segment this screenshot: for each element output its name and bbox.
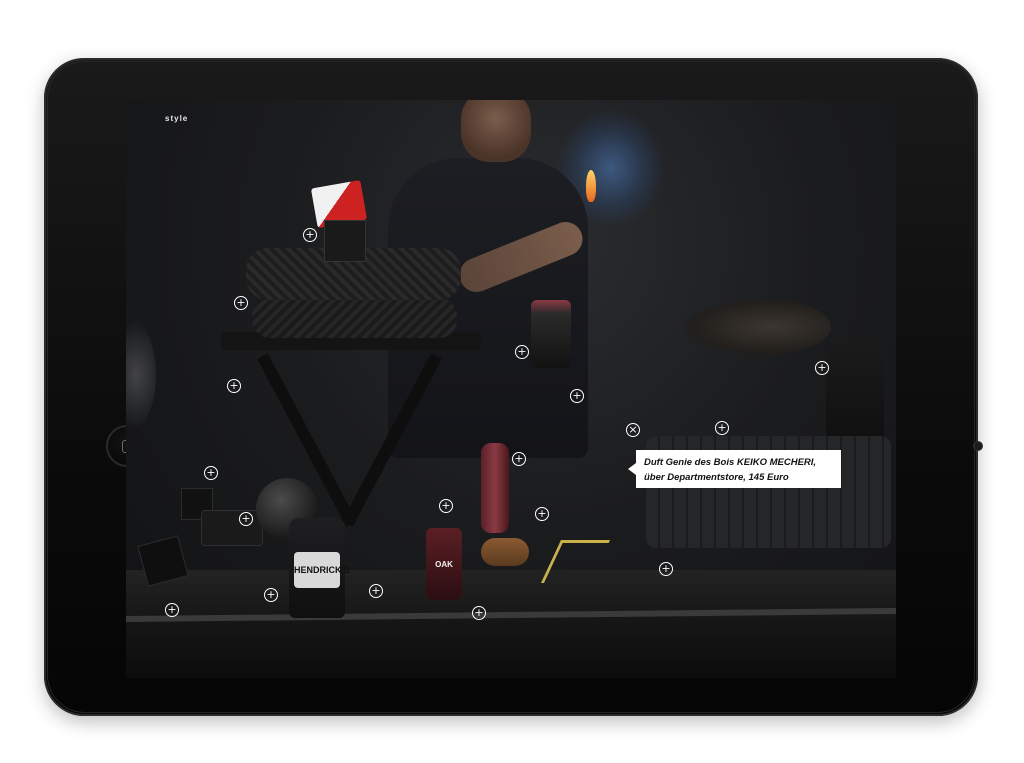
- glass-globe: [126, 320, 156, 430]
- product-hotspot-plus-icon[interactable]: +: [570, 389, 584, 403]
- tooltip-line-1: Duft Genie des Bois KEIKO MECHERI,: [644, 457, 817, 468]
- leather-pillow: [252, 298, 457, 338]
- close-hotspot-icon[interactable]: ×: [626, 423, 640, 437]
- thermos: [481, 443, 509, 533]
- crow-figure: [681, 298, 831, 356]
- product-hotspot-plus-icon[interactable]: +: [264, 588, 278, 602]
- product-hotspot-plus-icon[interactable]: +: [303, 228, 317, 242]
- product-hotspot-plus-icon[interactable]: +: [165, 603, 179, 617]
- front-camera: [973, 441, 983, 451]
- product-hotspot-plus-icon[interactable]: +: [439, 499, 453, 513]
- table-cloth: [126, 570, 896, 678]
- product-hotspot-plus-icon[interactable]: +: [234, 296, 248, 310]
- product-hotspot-plus-icon[interactable]: +: [815, 361, 829, 375]
- tooltip-line-2: über Departmentstore, 145 Euro: [644, 472, 789, 483]
- product-hotspot-plus-icon[interactable]: +: [239, 512, 253, 526]
- beard-brush: [481, 538, 529, 566]
- card-box: [324, 220, 366, 262]
- product-tooltip: Duft Genie des Bois KEIKO MECHERI, über …: [628, 450, 841, 488]
- gin-bottle-label: HENDRICK'S: [294, 552, 350, 588]
- product-hotspot-plus-icon[interactable]: +: [472, 606, 486, 620]
- section-label: style: [165, 114, 189, 123]
- product-hotspot-plus-icon[interactable]: +: [659, 562, 673, 576]
- oak-bottle-label: OAK: [435, 560, 453, 569]
- product-hotspot-plus-icon[interactable]: +: [369, 584, 383, 598]
- camera-object: [201, 510, 263, 546]
- product-hotspot-plus-icon[interactable]: +: [227, 379, 241, 393]
- match-flame: [586, 170, 596, 202]
- product-hotspot-plus-icon[interactable]: +: [535, 507, 549, 521]
- product-hotspot-plus-icon[interactable]: +: [715, 421, 729, 435]
- product-hotspot-plus-icon[interactable]: +: [515, 345, 529, 359]
- product-hotspot-plus-icon[interactable]: +: [512, 452, 526, 466]
- product-hotspot-plus-icon[interactable]: +: [204, 466, 218, 480]
- model-head: [461, 100, 531, 162]
- magazine-page: HENDRICK'S OAK style + + + + + + + × + +…: [126, 100, 896, 678]
- candle: [531, 300, 571, 368]
